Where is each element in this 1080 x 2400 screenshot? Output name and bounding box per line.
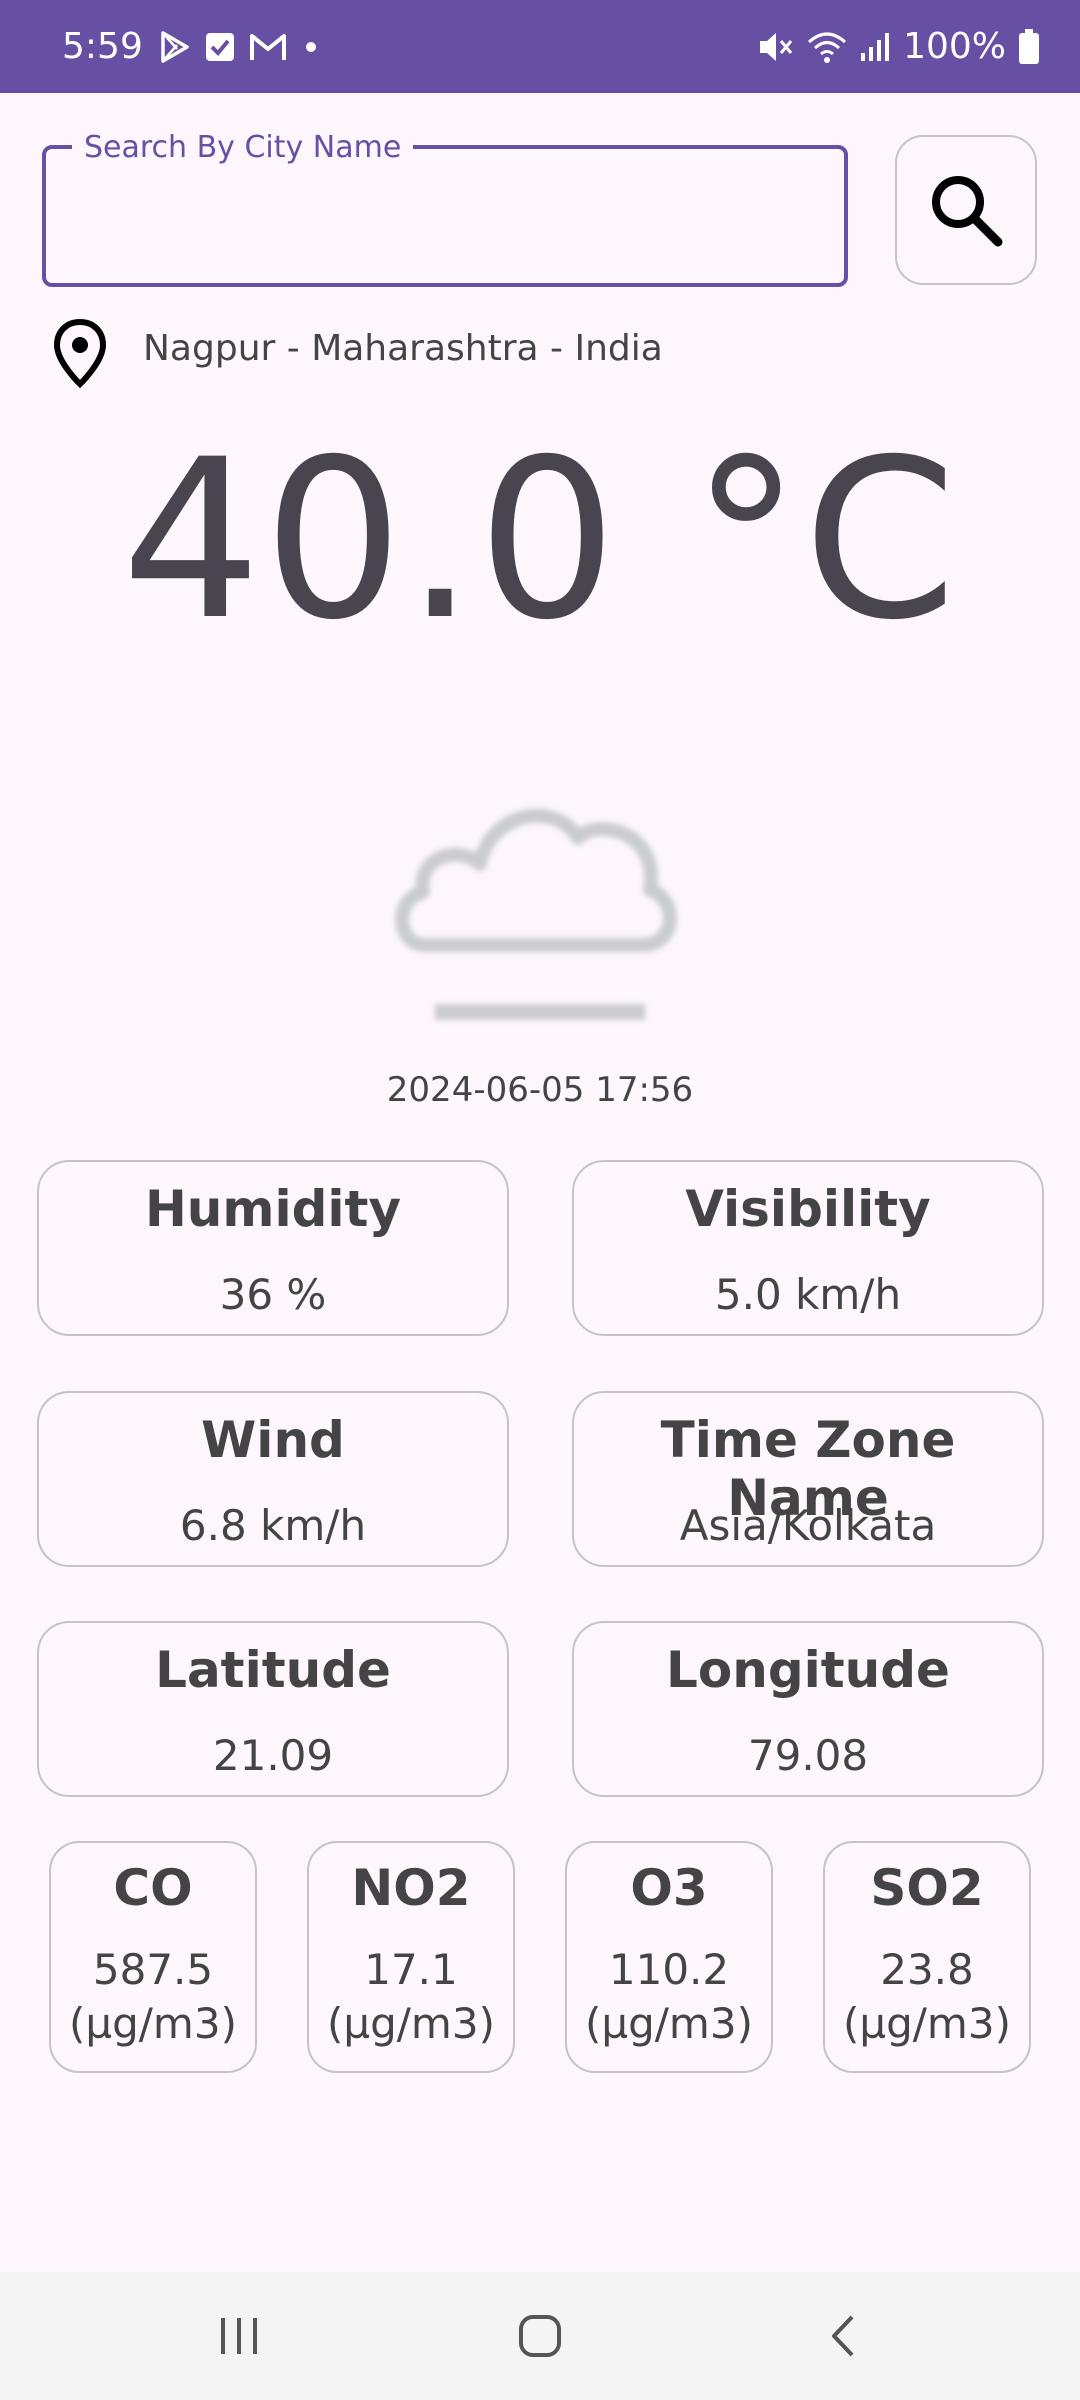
search-button[interactable]: [895, 135, 1037, 285]
battery-icon: [1018, 28, 1040, 65]
aq-value-wrap: 17.1 (µg/m3): [309, 1943, 513, 2051]
card-value: 79.08: [747, 1731, 869, 1780]
longitude-card: Longitude 79.08: [572, 1621, 1044, 1797]
recents-icon: [221, 2318, 257, 2354]
navigation-bar: [0, 2272, 1080, 2400]
wifi-icon: [807, 30, 847, 64]
back-icon: [832, 2315, 854, 2357]
card-title: Wind: [201, 1411, 345, 1469]
card-title: Visibility: [685, 1180, 931, 1238]
battery-percent: 100%: [903, 26, 1006, 67]
aq-value-wrap: 23.8 (µg/m3): [825, 1943, 1029, 2051]
check-icon: [205, 32, 235, 62]
location-pin-icon: [53, 318, 107, 388]
location-text: Nagpur - Maharashtra - India: [143, 328, 663, 369]
o3-card: O3 110.2 (µg/m3): [565, 1841, 773, 2073]
status-bar: 5:59 100%: [0, 0, 1080, 93]
search-icon: [932, 176, 1003, 247]
status-bar-right: 100%: [757, 0, 1040, 93]
search-label: Search By City Name: [72, 130, 414, 166]
home-icon: [519, 2315, 561, 2357]
aq-title: SO2: [870, 1859, 984, 1917]
no2-card: NO2 17.1 (µg/m3): [307, 1841, 515, 2073]
search-input[interactable]: [70, 180, 814, 262]
aq-unit: (µg/m3): [69, 1999, 237, 2048]
aq-value: 587.5: [92, 1945, 214, 1994]
aq-title: O3: [630, 1859, 708, 1917]
card-value: Asia/Kolkata: [679, 1501, 937, 1550]
aq-unit: (µg/m3): [843, 1999, 1011, 2048]
temperature-value: 40.0 °C: [121, 412, 959, 668]
back-button[interactable]: [773, 2272, 913, 2400]
humidity-card: Humidity 36 %: [37, 1160, 509, 1336]
cloudy-icon: [395, 808, 677, 1020]
aq-value: 23.8: [880, 1945, 974, 1994]
card-title: Latitude: [155, 1641, 391, 1699]
visibility-card: Visibility 5.0 km/h: [572, 1160, 1044, 1336]
mute-icon: [757, 29, 795, 65]
aq-value: 110.2: [608, 1945, 730, 1994]
aq-value-wrap: 110.2 (µg/m3): [567, 1943, 771, 2051]
card-value: 36 %: [219, 1270, 327, 1319]
aq-title: NO2: [351, 1859, 471, 1917]
aq-unit: (µg/m3): [327, 1999, 495, 2048]
play-store-icon: [157, 30, 191, 64]
aq-title: CO: [113, 1859, 193, 1917]
card-value: 21.09: [212, 1731, 334, 1780]
aq-value: 17.1: [364, 1945, 458, 1994]
datetime-text: 2024-06-05 17:56: [386, 1070, 694, 1110]
signal-icon: [859, 31, 891, 63]
card-value: 6.8 km/h: [179, 1501, 367, 1550]
aq-value-wrap: 587.5 (µg/m3): [51, 1943, 255, 2051]
recents-button[interactable]: [169, 2272, 309, 2400]
status-time: 5:59: [62, 26, 143, 67]
dot-icon: [301, 37, 321, 57]
aq-unit: (µg/m3): [585, 1999, 753, 2048]
card-value: 5.0 km/h: [714, 1270, 902, 1319]
home-button[interactable]: [470, 2272, 610, 2400]
status-bar-left: 5:59: [62, 0, 321, 93]
timezone-card: Time Zone Name Asia/Kolkata: [572, 1391, 1044, 1567]
wind-card: Wind 6.8 km/h: [37, 1391, 509, 1567]
so2-card: SO2 23.8 (µg/m3): [823, 1841, 1031, 2073]
co-card: CO 587.5 (µg/m3): [49, 1841, 257, 2073]
latitude-card: Latitude 21.09: [37, 1621, 509, 1797]
gmail-icon: [249, 32, 287, 62]
card-title: Longitude: [666, 1641, 950, 1699]
card-title: Humidity: [144, 1180, 402, 1238]
